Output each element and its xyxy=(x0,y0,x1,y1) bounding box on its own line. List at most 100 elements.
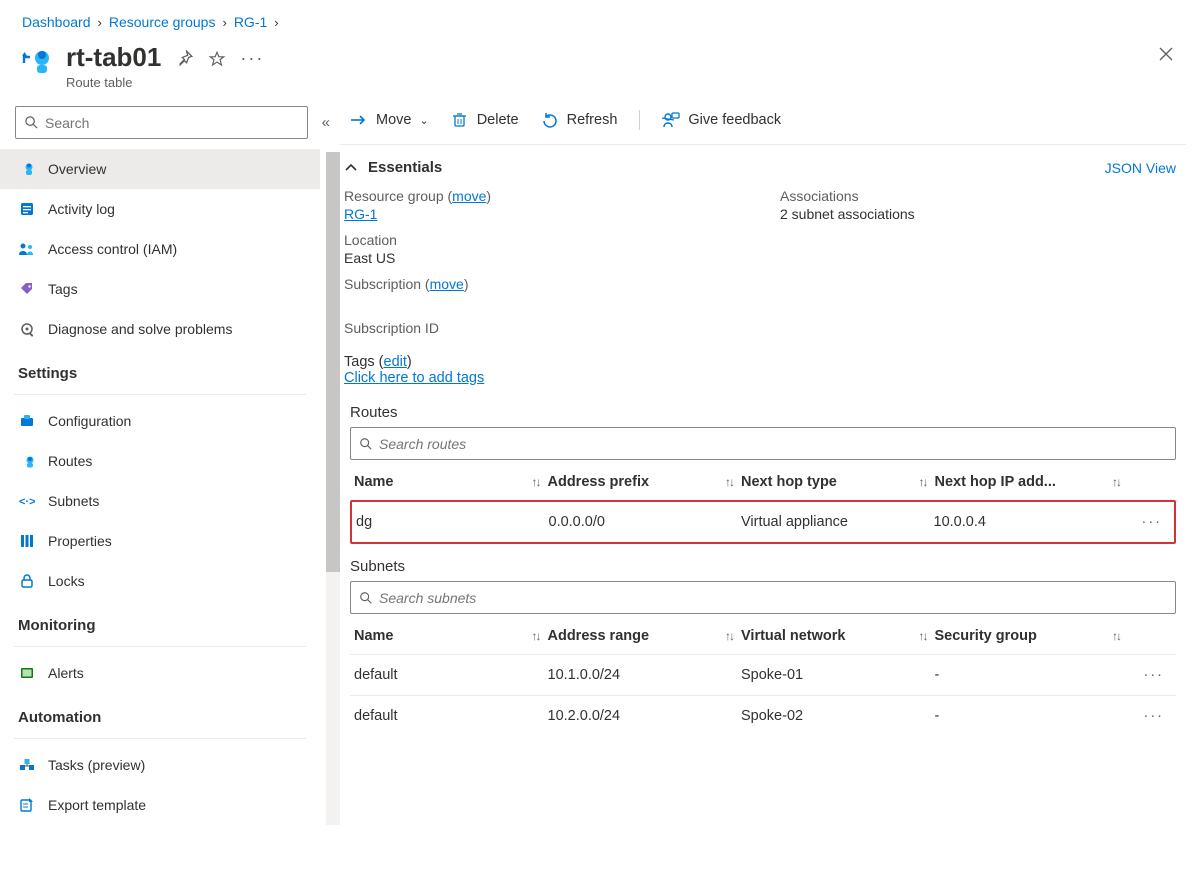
export-template-icon xyxy=(18,796,36,814)
search-icon xyxy=(24,115,39,130)
sort-icon: ↑↓ xyxy=(919,475,927,489)
page-title: rt-tab01 xyxy=(66,42,161,73)
move-label: Move xyxy=(376,112,411,128)
breadcrumb: Dashboard › Resource groups › RG-1 › xyxy=(0,0,1200,36)
routes-col-prefix[interactable]: Address prefix↑↓ xyxy=(548,474,742,490)
json-view-link[interactable]: JSON View xyxy=(1105,160,1176,176)
subnet-name: default xyxy=(354,708,548,724)
nav-alerts[interactable]: Alerts xyxy=(0,653,320,693)
subnet-name: default xyxy=(354,667,548,683)
subscription-move-link[interactable]: move xyxy=(430,276,464,292)
nav-overview-label: Overview xyxy=(48,161,106,177)
diagnose-icon xyxy=(18,320,36,338)
resource-type-label: Route table xyxy=(66,75,161,90)
sidebar-search[interactable] xyxy=(15,106,308,139)
subnet-row-actions[interactable]: ··· xyxy=(1128,667,1172,683)
subnet-vnet: Spoke-01 xyxy=(741,667,935,683)
subnets-col-vnet[interactable]: Virtual network↑↓ xyxy=(741,628,935,644)
nav-subnets[interactable]: <·> Subnets xyxy=(0,481,320,521)
routes-filter-input[interactable] xyxy=(379,436,1167,452)
feedback-button[interactable]: Give feedback xyxy=(662,111,781,129)
nav-alerts-label: Alerts xyxy=(48,665,84,681)
nav-diagnose-label: Diagnose and solve problems xyxy=(48,321,232,337)
move-button[interactable]: Move ⌄ xyxy=(350,111,429,129)
nav-properties[interactable]: Properties xyxy=(0,521,320,561)
nav-routes[interactable]: Routes xyxy=(0,441,320,481)
refresh-button[interactable]: Refresh xyxy=(541,111,618,129)
rg-value-link[interactable]: RG-1 xyxy=(344,206,377,222)
subnets-col-name[interactable]: Name↑↓ xyxy=(354,628,548,644)
nav-routes-label: Routes xyxy=(48,453,92,469)
routes-col-hopip[interactable]: Next hop IP add...↑↓ xyxy=(935,474,1129,490)
route-row-actions[interactable]: ··· xyxy=(1126,514,1170,530)
sort-icon: ↑↓ xyxy=(532,629,540,643)
sort-icon: ↑↓ xyxy=(919,629,927,643)
subnet-range: 10.1.0.0/24 xyxy=(548,667,742,683)
alerts-icon xyxy=(18,664,36,682)
breadcrumb-resource-groups[interactable]: Resource groups xyxy=(109,14,216,30)
subnets-filter-input[interactable] xyxy=(379,590,1167,606)
nav-tasks[interactable]: Tasks (preview) xyxy=(0,745,320,785)
rg-move-link[interactable]: move xyxy=(452,188,486,204)
more-icon: ··· xyxy=(1144,708,1165,724)
sidebar-scrollbar[interactable] xyxy=(326,152,340,825)
route-row[interactable]: dg 0.0.0.0/0 Virtual appliance 10.0.0.4 … xyxy=(350,500,1176,544)
nav-activity-log[interactable]: Activity log xyxy=(0,189,320,229)
pin-icon[interactable] xyxy=(177,48,194,69)
more-icon: ··· xyxy=(1142,514,1163,530)
nav-section-automation: Automation xyxy=(0,693,320,732)
subnets-section-title: Subnets xyxy=(340,544,1186,581)
iam-icon xyxy=(18,240,36,258)
subnet-row[interactable]: default 10.1.0.0/24 Spoke-01 - ··· xyxy=(350,654,1176,695)
nav-iam[interactable]: Access control (IAM) xyxy=(0,229,320,269)
associations-label: Associations xyxy=(780,188,1176,204)
nav-properties-label: Properties xyxy=(48,533,112,549)
routes-col-name[interactable]: Name↑↓ xyxy=(354,474,548,490)
routes-icon xyxy=(18,452,36,470)
subnets-icon: <·> xyxy=(18,492,36,510)
routes-col-hoptype[interactable]: Next hop type↑↓ xyxy=(741,474,935,490)
sidebar-search-input[interactable] xyxy=(45,115,299,131)
nav-export-template-label: Export template xyxy=(48,797,146,813)
close-icon[interactable] xyxy=(1154,42,1178,66)
subnet-vnet: Spoke-02 xyxy=(741,708,935,724)
nav-overview[interactable]: Overview xyxy=(0,149,320,189)
breadcrumb-rg1[interactable]: RG-1 xyxy=(234,14,267,30)
nav-tags[interactable]: Tags xyxy=(0,269,320,309)
nav-section-monitoring: Monitoring xyxy=(0,601,320,640)
feedback-label: Give feedback xyxy=(688,112,781,128)
subnets-filter[interactable] xyxy=(350,581,1176,614)
nav-diagnose[interactable]: Diagnose and solve problems xyxy=(0,309,320,349)
route-prefix: 0.0.0.0/0 xyxy=(549,514,742,530)
subnet-row[interactable]: default 10.2.0.0/24 Spoke-02 - ··· xyxy=(350,695,1176,736)
locks-icon xyxy=(18,572,36,590)
subnets-col-nsg[interactable]: Security group↑↓ xyxy=(935,628,1129,644)
nav-tasks-label: Tasks (preview) xyxy=(48,757,145,773)
divider xyxy=(14,394,306,395)
nav-configuration[interactable]: Configuration xyxy=(0,401,320,441)
nav-locks[interactable]: Locks xyxy=(0,561,320,601)
breadcrumb-dashboard[interactable]: Dashboard xyxy=(22,14,91,30)
tags-edit-link[interactable]: edit xyxy=(384,354,407,370)
delete-button[interactable]: Delete xyxy=(451,111,519,129)
nav-export-template[interactable]: Export template xyxy=(0,785,320,825)
more-icon[interactable]: ··· xyxy=(240,48,264,69)
subnet-row-actions[interactable]: ··· xyxy=(1128,708,1172,724)
feedback-icon xyxy=(662,111,680,129)
sort-icon: ↑↓ xyxy=(725,475,733,489)
tags-add-link[interactable]: Click here to add tags xyxy=(344,370,484,386)
nav-activity-log-label: Activity log xyxy=(48,201,115,217)
star-icon[interactable] xyxy=(208,48,226,69)
tags-icon xyxy=(18,280,36,298)
collapse-sidebar-icon[interactable]: « xyxy=(322,114,330,131)
chevron-right-icon: › xyxy=(98,15,102,30)
nav-subnets-label: Subnets xyxy=(48,493,99,509)
sort-icon: ↑↓ xyxy=(725,629,733,643)
subnets-col-range[interactable]: Address range↑↓ xyxy=(548,628,742,644)
nav-section-settings: Settings xyxy=(0,349,320,388)
nav-iam-label: Access control (IAM) xyxy=(48,241,177,257)
routes-section-title: Routes xyxy=(340,390,1186,427)
location-label: Location xyxy=(344,232,740,248)
essentials-toggle[interactable] xyxy=(342,161,360,175)
routes-filter[interactable] xyxy=(350,427,1176,460)
